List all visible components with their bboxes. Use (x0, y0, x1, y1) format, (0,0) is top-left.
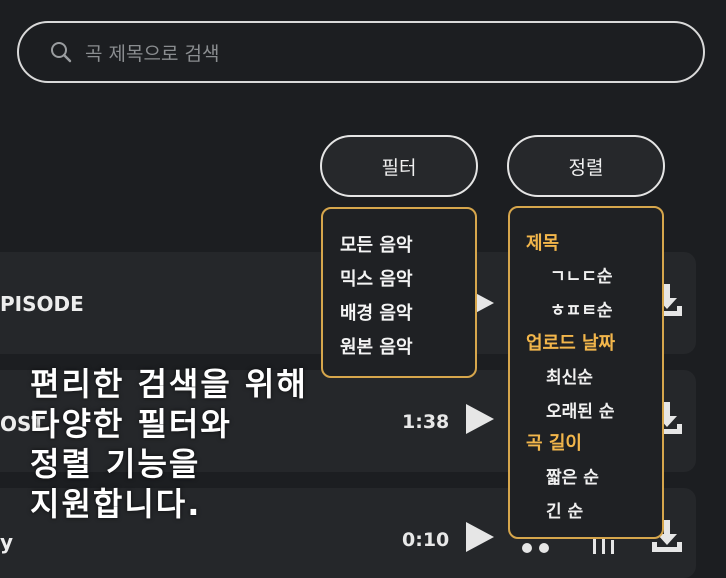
song-duration: 1:38 (402, 411, 450, 433)
search-icon (51, 42, 72, 63)
promo-line: 정렬 기능을 (30, 445, 201, 483)
sort-group-upload-date: 업로드 날짜 (526, 333, 616, 354)
filter-button[interactable]: 필터 (320, 135, 478, 197)
promo-line: 편리한 검색을 위해 (30, 365, 308, 403)
song-title: PISODE (0, 292, 84, 316)
sort-option-newest[interactable]: 최신순 (546, 363, 593, 388)
filter-dropdown: 모든 음악 믹스 음악 배경 음악 원본 음악 (321, 207, 477, 378)
filter-option-background[interactable]: 배경 음악 (340, 299, 413, 325)
sort-option-longest[interactable]: 긴 순 (546, 497, 583, 522)
sort-option-oldest[interactable]: 오래된 순 (546, 397, 614, 422)
filter-option-all[interactable]: 모든 음악 (340, 231, 413, 257)
filter-option-mix[interactable]: 믹스 음악 (340, 265, 413, 291)
search-bar[interactable]: 곡 제목으로 검색 (17, 21, 705, 83)
song-title: y (0, 530, 14, 554)
filter-option-original[interactable]: 원본 음악 (340, 333, 413, 359)
sort-group-title: 제목 (526, 233, 560, 254)
promo-line: 다양한 필터와 (30, 405, 232, 443)
sort-dropdown: 제목 ㄱㄴㄷ순 ㅎㅍㅌ순 업로드 날짜 최신순 오래된 순 곡 길이 짧은 순 … (508, 206, 664, 539)
song-duration: 0:10 (402, 529, 450, 551)
promo-line: 지원합니다. (30, 485, 202, 523)
sort-button-label: 정렬 (568, 156, 604, 179)
sort-option-title-desc[interactable]: ㅎㅍㅌ순 (550, 296, 613, 321)
filter-button-label: 필터 (381, 156, 417, 179)
sort-option-shortest[interactable]: 짧은 순 (546, 463, 599, 488)
play-icon[interactable] (462, 402, 496, 436)
sort-option-title-asc[interactable]: ㄱㄴㄷ순 (550, 262, 613, 287)
sort-button[interactable]: 정렬 (507, 135, 665, 197)
promo-text: 편리한 검색을 위해 다양한 필터와 정렬 기능을 지원합니다. (30, 364, 308, 524)
play-icon[interactable] (462, 520, 496, 554)
search-input[interactable]: 곡 제목으로 검색 (85, 39, 219, 66)
sort-group-length: 곡 길이 (526, 433, 582, 454)
